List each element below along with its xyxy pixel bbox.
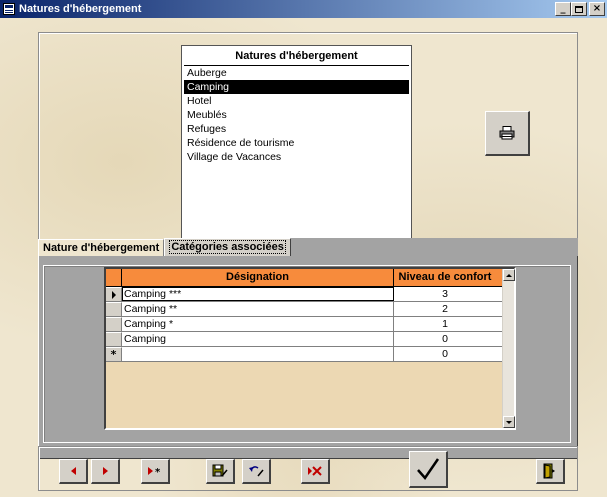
top-panel: Natures d'hébergement Auberge Camping Ho… <box>38 32 578 252</box>
minimize-button[interactable]: _ <box>555 2 571 16</box>
exit-button[interactable] <box>536 459 565 484</box>
listbox-header: Natures d'hébergement <box>184 48 409 66</box>
tab-strip-fill <box>290 238 578 256</box>
maximize-button[interactable] <box>571 2 587 16</box>
row-selector[interactable] <box>106 287 122 301</box>
delete-record-icon <box>308 466 322 476</box>
printer-icon <box>499 126 515 140</box>
table-row[interactable]: Camping * 1 <box>106 317 502 332</box>
row-selector[interactable] <box>106 332 122 346</box>
scroll-up-button[interactable] <box>503 269 515 281</box>
new-record-button[interactable]: * <box>141 459 170 484</box>
exit-door-icon <box>543 463 555 479</box>
list-item[interactable]: Hotel <box>184 94 409 108</box>
new-record-icon: * <box>148 467 161 476</box>
row-selector[interactable] <box>106 302 122 316</box>
delete-record-button[interactable] <box>301 459 330 484</box>
print-button[interactable] <box>485 111 530 156</box>
tab-strip: Nature d'hébergement Catégories associée… <box>38 238 578 257</box>
cell-designation[interactable]: Camping <box>122 332 394 346</box>
row-selector[interactable]: * <box>106 347 122 361</box>
validate-button[interactable] <box>409 451 448 488</box>
datasheet-grid: Désignation Niveau de confort Camping **… <box>106 269 502 362</box>
cell-designation[interactable]: Camping *** <box>122 287 394 301</box>
table-row[interactable]: Camping ** 2 <box>106 302 502 317</box>
cell-niveau[interactable]: 0 <box>394 332 496 346</box>
arrow-down-icon <box>506 420 512 424</box>
next-record-button[interactable] <box>91 459 120 484</box>
window-title: Natures d'hébergement <box>19 3 142 15</box>
maximize-icon <box>575 5 583 13</box>
column-header-designation[interactable]: Désignation <box>122 269 394 286</box>
list-item[interactable]: Auberge <box>184 66 409 80</box>
cell-niveau[interactable]: 1 <box>394 317 496 331</box>
checkmark-icon <box>417 458 440 481</box>
vertical-scrollbar[interactable] <box>502 269 515 428</box>
cell-niveau[interactable]: 3 <box>394 287 496 301</box>
grid-header: Désignation Niveau de confort <box>106 269 502 287</box>
svg-text:*: * <box>155 467 161 476</box>
undo-icon <box>249 466 264 477</box>
list-item-selected[interactable]: Camping <box>184 80 409 94</box>
undo-button[interactable] <box>242 459 271 484</box>
save-record-button[interactable] <box>206 459 235 484</box>
bottom-toolbar: * <box>38 446 578 491</box>
window-controls: _ × <box>555 2 605 16</box>
list-item[interactable]: Meublés <box>184 108 409 122</box>
tab-nature-hebergement[interactable]: Nature d'hébergement <box>38 239 165 256</box>
form-body: Natures d'hébergement Auberge Camping Ho… <box>0 18 607 497</box>
list-item[interactable]: Refuges <box>184 122 409 136</box>
cell-niveau[interactable]: 0 <box>394 347 496 361</box>
tab-label: Catégories associées <box>169 240 286 254</box>
next-icon <box>102 467 108 475</box>
scroll-down-button[interactable] <box>503 416 515 428</box>
tab-categories-associees[interactable]: Catégories associées <box>164 238 291 257</box>
close-icon: × <box>592 3 602 14</box>
previous-record-button[interactable] <box>59 459 88 484</box>
cell-designation[interactable]: Camping * <box>122 317 394 331</box>
current-record-icon <box>111 290 116 299</box>
table-row[interactable]: Camping *** 3 <box>106 287 502 302</box>
form-icon <box>3 3 15 15</box>
save-icon <box>212 464 228 477</box>
table-row[interactable]: Camping 0 <box>106 332 502 347</box>
natures-listbox[interactable]: Natures d'hébergement Auberge Camping Ho… <box>181 45 412 252</box>
cell-niveau[interactable]: 2 <box>394 302 496 316</box>
list-item[interactable]: Village de Vacances <box>184 150 409 164</box>
close-button[interactable]: × <box>589 2 605 16</box>
new-record-row[interactable]: * 0 <box>106 347 502 362</box>
title-bar: Natures d'hébergement _ × <box>0 0 607 18</box>
row-selector[interactable] <box>106 317 122 331</box>
cell-designation[interactable] <box>122 347 394 361</box>
list-item[interactable]: Résidence de tourisme <box>184 136 409 150</box>
minimize-icon: _ <box>560 3 566 14</box>
previous-icon <box>70 467 76 475</box>
cell-designation[interactable]: Camping ** <box>122 302 394 316</box>
new-record-icon: * <box>110 348 117 361</box>
categories-subform[interactable]: Désignation Niveau de confort Camping **… <box>104 267 516 430</box>
arrow-up-icon <box>506 273 512 277</box>
select-all-cell[interactable] <box>106 269 122 286</box>
column-header-niveau[interactable]: Niveau de confort <box>394 269 496 286</box>
